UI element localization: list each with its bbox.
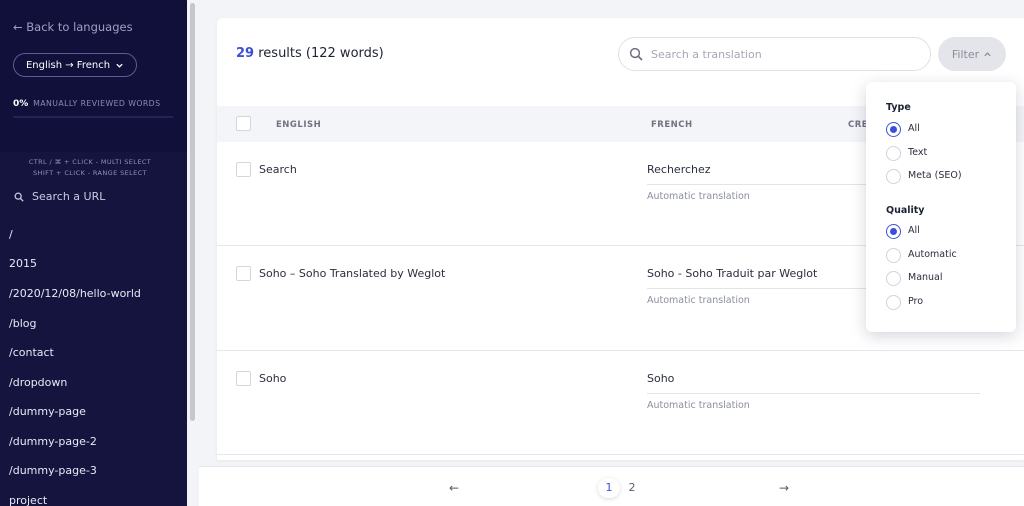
quality-automatic-label[interactable]: Automatic (908, 249, 957, 260)
type-text-label[interactable]: Text (908, 147, 927, 158)
sidebar: ← Back to languages English → French 0% … (0, 0, 187, 506)
type-meta-seo-radio[interactable] (886, 169, 901, 184)
quality-pro-radio[interactable] (886, 295, 901, 310)
translation-type-note: Automatic translation (647, 295, 750, 306)
type-filter-title: Type (886, 102, 911, 113)
column-header-french[interactable]: FRENCH (651, 120, 693, 130)
type-text-radio[interactable] (886, 146, 901, 161)
results-summary: 29 results (122 words) (236, 46, 384, 61)
back-to-languages-link[interactable]: ← Back to languages (13, 20, 133, 34)
reviewed-percent: 0% (13, 99, 29, 109)
search-icon (14, 192, 24, 202)
url-item[interactable]: /blog (9, 317, 36, 330)
url-item[interactable]: /dummy-page-3 (9, 464, 97, 477)
quality-all-label[interactable]: All (908, 225, 920, 236)
quality-pro-label[interactable]: Pro (908, 296, 923, 307)
translation-search[interactable] (618, 37, 931, 71)
translation-search-input[interactable] (651, 47, 911, 61)
page-1-button[interactable]: 1 (598, 478, 620, 498)
quality-all-radio[interactable] (886, 224, 901, 239)
type-all-radio[interactable] (886, 122, 901, 137)
row-divider (217, 350, 1024, 351)
multi-select-hint: CTRL / ⌘ + CLICK - MULTI SELECT (28, 158, 152, 166)
url-item[interactable]: /dummy-page (9, 405, 86, 418)
previous-page-button[interactable]: ← (449, 481, 459, 495)
pagination: ← 1 2 → (199, 466, 1024, 506)
language-pair-selector[interactable]: English → French (13, 53, 137, 77)
source-text: Soho – Soho Translated by Weglot (259, 267, 446, 280)
chevron-up-icon (984, 51, 991, 56)
page-2-button[interactable]: 2 (621, 478, 643, 498)
source-text: Search (259, 163, 297, 176)
filter-button[interactable]: Filter (938, 37, 1006, 71)
filter-dropdown: Type All Text Meta (SEO) Quality All Aut… (866, 82, 1016, 332)
results-count: 29 (236, 46, 255, 61)
range-select-hint: SHIFT + CLICK - RANGE SELECT (33, 169, 147, 177)
search-icon (629, 47, 643, 61)
column-header-english[interactable]: ENGLISH (276, 120, 321, 130)
row-checkbox[interactable] (236, 162, 251, 177)
type-all-label[interactable]: All (908, 123, 920, 134)
quality-filter-title: Quality (886, 205, 925, 216)
url-item[interactable]: /dropdown (9, 376, 67, 389)
row-checkbox[interactable] (236, 371, 251, 386)
row-checkbox[interactable] (236, 266, 251, 281)
quality-automatic-radio[interactable] (886, 248, 901, 263)
type-meta-seo-label[interactable]: Meta (SEO) (908, 170, 962, 181)
source-text: Soho (259, 372, 287, 385)
translation-type-note: Automatic translation (647, 191, 750, 202)
language-pair-label: English → French (25, 59, 111, 71)
sidebar-scrollbar[interactable] (190, 3, 195, 421)
translation-text[interactable]: Soho (647, 372, 674, 385)
url-search-placeholder: Search a URL (32, 190, 106, 203)
translation-underline (647, 393, 980, 394)
row-divider (217, 454, 1024, 455)
reviewed-label: MANUALLY REVIEWED WORDS (33, 99, 161, 108)
url-item[interactable]: / (9, 228, 13, 241)
url-item[interactable]: /2020/12/08/hello-world (9, 287, 141, 300)
quality-manual-radio[interactable] (886, 271, 901, 286)
translation-text[interactable]: Recherchez (647, 163, 711, 176)
reviewed-progress-bar (13, 116, 173, 118)
next-page-button[interactable]: → (779, 481, 789, 495)
url-item[interactable]: /contact (9, 346, 54, 359)
url-item[interactable]: /dummy-page-2 (9, 435, 97, 448)
reviewed-words-stat: 0% MANUALLY REVIEWED WORDS (13, 99, 160, 109)
translation-text[interactable]: Soho - Soho Traduit par Weglot (647, 267, 817, 280)
chevron-down-icon (116, 63, 123, 68)
quality-manual-label[interactable]: Manual (908, 272, 943, 283)
url-search-input[interactable]: Search a URL (14, 190, 105, 203)
url-item[interactable]: 2015 (9, 257, 37, 270)
select-all-checkbox[interactable] (236, 116, 251, 131)
results-label: results (122 words) (258, 46, 384, 61)
translation-type-note: Automatic translation (647, 400, 750, 411)
filter-label: Filter (951, 47, 980, 61)
url-item[interactable]: project (9, 494, 47, 506)
